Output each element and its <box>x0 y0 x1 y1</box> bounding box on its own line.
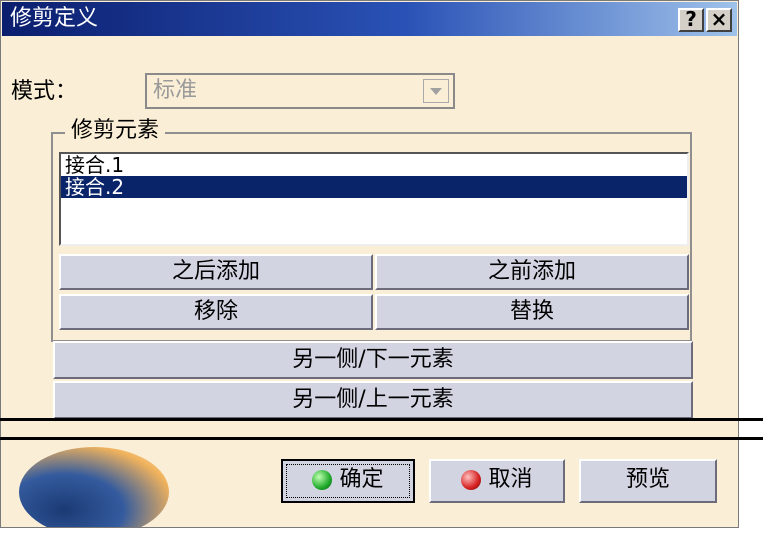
trim-elements-list[interactable]: 接合.1 接合.2 <box>59 152 689 246</box>
add-before-button[interactable]: 之前添加 <box>375 254 689 290</box>
list-item[interactable]: 接合.2 <box>61 176 687 198</box>
preview-button[interactable]: 预览 <box>579 459 717 503</box>
trim-elements-title: 修剪元素 <box>65 118 166 144</box>
ok-button[interactable]: 确定 <box>281 459 415 503</box>
remove-button[interactable]: 移除 <box>59 294 373 330</box>
mode-label: 模式： <box>11 79 78 104</box>
replace-button[interactable]: 替换 <box>375 294 689 330</box>
decorative-logo <box>19 447 169 527</box>
separator-line <box>0 437 763 440</box>
cancel-button[interactable]: 取消 <box>429 459 565 503</box>
add-after-button[interactable]: 之后添加 <box>59 254 373 290</box>
title-bar[interactable]: 修剪定义 ? × <box>2 2 737 36</box>
help-button[interactable]: ? <box>678 8 704 32</box>
green-ball-icon <box>312 470 333 490</box>
close-button[interactable]: × <box>706 8 732 32</box>
other-side-next-button[interactable]: 另一侧/下一元素 <box>53 341 693 379</box>
mode-select[interactable]: 标准 <box>145 73 455 109</box>
list-item[interactable]: 接合.1 <box>61 154 687 176</box>
cancel-label: 取消 <box>488 467 533 492</box>
separator-line <box>0 418 763 421</box>
other-side-prev-button[interactable]: 另一侧/上一元素 <box>53 381 693 419</box>
ok-label: 确定 <box>339 467 384 492</box>
mode-value: 标准 <box>153 78 198 103</box>
dialog-title: 修剪定义 <box>10 6 99 31</box>
red-ball-icon <box>461 470 482 490</box>
chevron-down-icon[interactable] <box>423 79 449 103</box>
trim-definition-dialog: 修剪定义 ? × 模式： 标准 修剪元素 接合.1 接合.2 之后添加 之前添加… <box>0 0 739 528</box>
